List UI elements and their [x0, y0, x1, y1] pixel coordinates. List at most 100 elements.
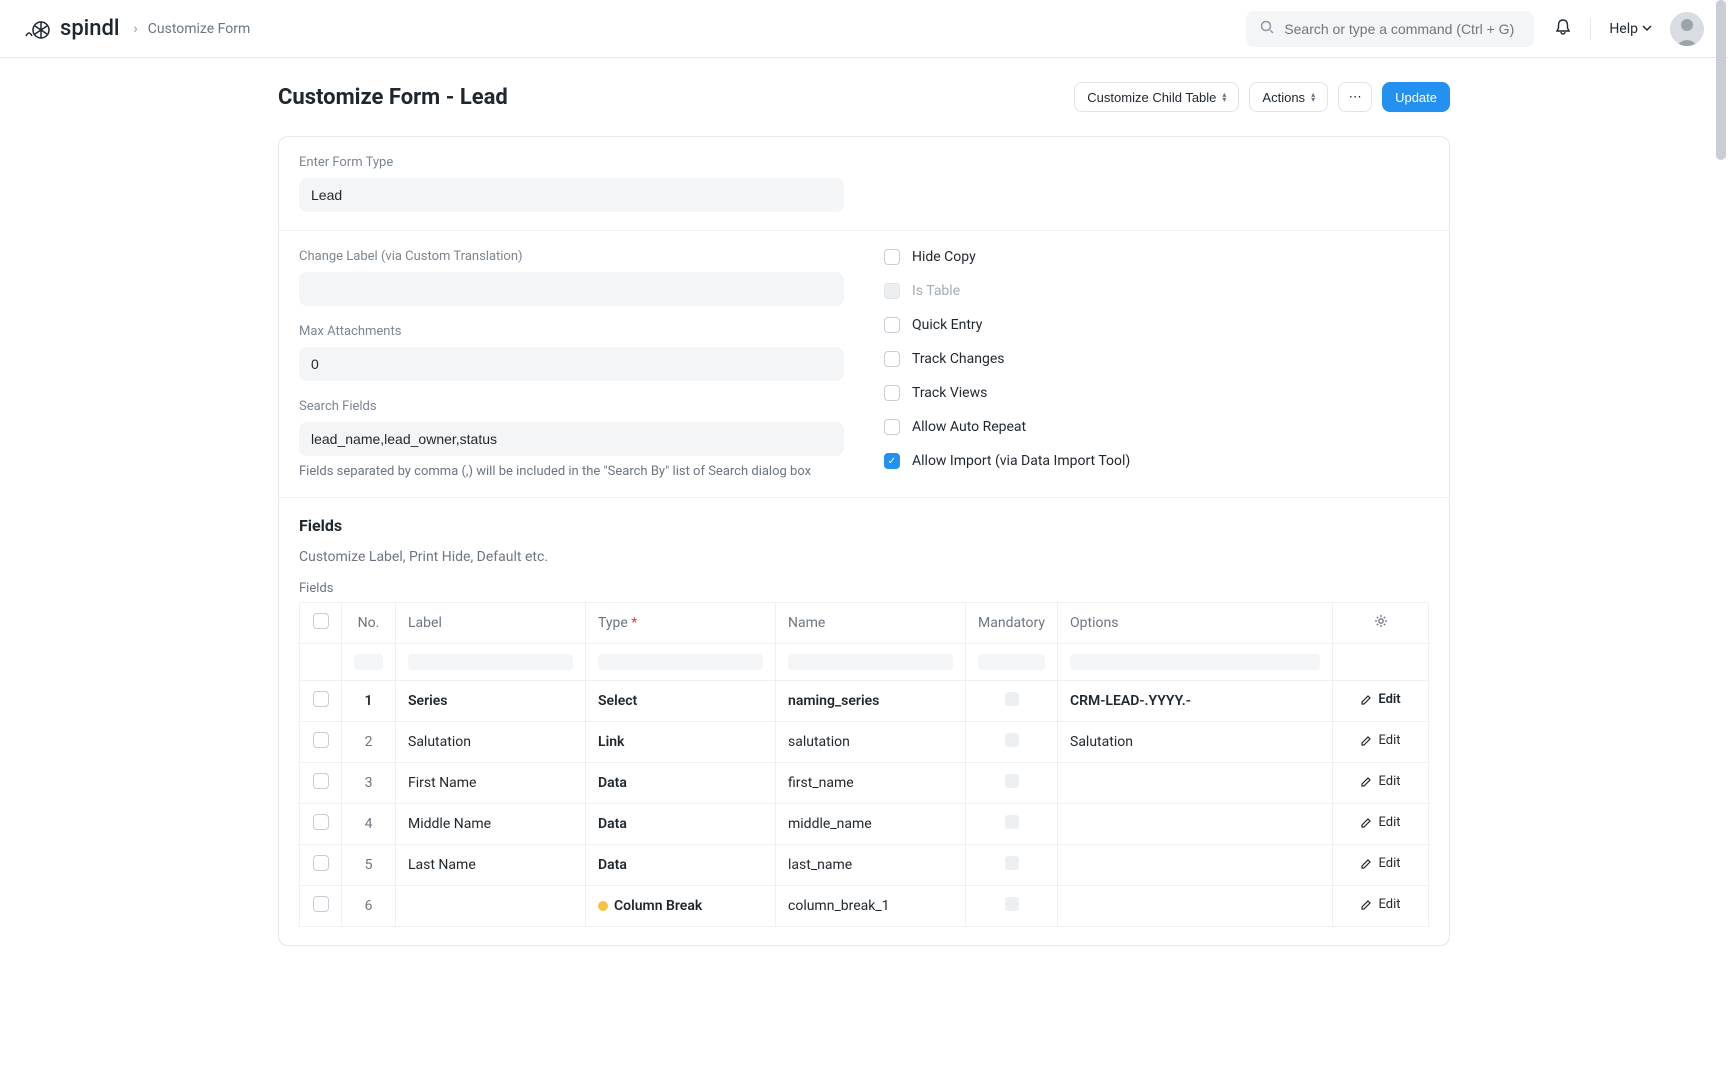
cell-no: 3 [342, 763, 396, 804]
checkbox-icon [884, 317, 900, 333]
select-all-checkbox[interactable] [313, 613, 329, 629]
avatar[interactable] [1670, 12, 1704, 46]
checkbox-icon [884, 419, 900, 435]
mandatory-checkbox[interactable] [1005, 897, 1019, 911]
help-button[interactable]: Help [1609, 21, 1652, 37]
checkbox-row[interactable]: Allow Auto Repeat [884, 419, 1429, 435]
th-options: Options [1058, 603, 1333, 644]
select-icon: ▴▾ [1222, 92, 1226, 102]
cell-options [1058, 845, 1333, 886]
checkbox-row: Is Table [884, 283, 1429, 299]
checkbox-label: Track Views [912, 385, 987, 401]
cell-mandatory [966, 804, 1058, 845]
table-row[interactable]: 4Middle NameDatamiddle_nameEdit [300, 804, 1429, 845]
fields-title: Fields [299, 516, 1429, 535]
edit-button[interactable]: Edit [1360, 815, 1400, 830]
search-fields-label: Search Fields [299, 399, 844, 414]
cell-label: Last Name [396, 845, 586, 886]
checkbox-label: Allow Import (via Data Import Tool) [912, 453, 1130, 469]
max-attachments-input[interactable] [299, 347, 844, 381]
edit-button[interactable]: Edit [1360, 733, 1400, 748]
row-checkbox[interactable] [313, 855, 329, 871]
breadcrumb: › Customize Form [134, 21, 251, 37]
search-bar[interactable] [1246, 11, 1534, 47]
th-type: Type * [586, 603, 776, 644]
bell-icon[interactable] [1554, 18, 1572, 40]
breadcrumb-item[interactable]: Customize Form [148, 21, 251, 37]
pencil-icon [1360, 858, 1372, 870]
checkbox-icon [884, 249, 900, 265]
mandatory-checkbox[interactable] [1005, 815, 1019, 829]
pencil-icon [1360, 776, 1372, 788]
cell-mandatory [966, 681, 1058, 722]
cell-options: Salutation [1058, 722, 1333, 763]
fields-label2: Fields [299, 581, 1429, 596]
pencil-icon [1360, 817, 1372, 829]
th-name: Name [776, 603, 966, 644]
row-checkbox[interactable] [313, 814, 329, 830]
cell-label: Series [396, 681, 586, 722]
actions-button[interactable]: Actions ▴▾ [1249, 82, 1328, 112]
cell-no: 1 [342, 681, 396, 722]
th-settings[interactable] [1333, 603, 1429, 644]
search-input[interactable] [1284, 21, 1520, 37]
checkbox-row[interactable]: Track Views [884, 385, 1429, 401]
form-card: Enter Form Type Change Label (via Custom… [278, 136, 1450, 946]
table-row[interactable]: 3First NameDatafirst_nameEdit [300, 763, 1429, 804]
more-button[interactable]: ⋯ [1338, 82, 1372, 112]
checkbox-icon [884, 385, 900, 401]
cell-mandatory [966, 845, 1058, 886]
checkbox-row[interactable]: Hide Copy [884, 249, 1429, 265]
mandatory-checkbox[interactable] [1005, 774, 1019, 788]
cell-type: Select [586, 681, 776, 722]
change-label-label: Change Label (via Custom Translation) [299, 249, 844, 264]
chevron-down-icon [1642, 21, 1652, 37]
table-row[interactable]: 1SeriesSelectnaming_series CRM-LEAD-.YYYY… [300, 681, 1429, 722]
edit-button[interactable]: Edit [1360, 897, 1400, 912]
cell-name: naming_series [776, 681, 966, 722]
mandatory-checkbox[interactable] [1005, 856, 1019, 870]
cell-options [1058, 886, 1333, 927]
th-mandatory: Mandatory [966, 603, 1058, 644]
search-fields-input[interactable] [299, 422, 844, 456]
search-icon [1260, 20, 1274, 38]
max-attachments-label: Max Attachments [299, 324, 844, 339]
change-label-input[interactable] [299, 272, 844, 306]
customize-child-table-button[interactable]: Customize Child Table ▴▾ [1074, 82, 1239, 112]
mandatory-checkbox[interactable] [1005, 733, 1019, 747]
table-row[interactable]: 5Last NameDatalast_nameEdit [300, 845, 1429, 886]
gear-icon [1374, 614, 1388, 628]
column-break-dot-icon [598, 901, 608, 911]
checkbox-row[interactable]: Track Changes [884, 351, 1429, 367]
mandatory-checkbox[interactable] [1005, 692, 1019, 706]
table-row[interactable]: 2SalutationLinksalutationSalutationEdit [300, 722, 1429, 763]
checkbox-row[interactable]: Quick Entry [884, 317, 1429, 333]
ellipsis-icon: ⋯ [1349, 89, 1362, 105]
edit-button[interactable]: Edit [1360, 856, 1400, 871]
row-checkbox[interactable] [313, 691, 329, 707]
fields-sub: Customize Label, Print Hide, Default etc… [299, 549, 1429, 565]
fields-table: No. Label Type * Name Mandatory Options [299, 602, 1429, 927]
row-checkbox[interactable] [313, 896, 329, 912]
logo[interactable]: spindl [24, 16, 120, 41]
checkbox-row[interactable]: ✓Allow Import (via Data Import Tool) [884, 453, 1429, 469]
cell-options: CRM-LEAD-.YYYY.- [1058, 681, 1333, 722]
form-type-input[interactable] [299, 178, 844, 212]
update-button[interactable]: Update [1382, 82, 1450, 112]
table-row[interactable]: 6Column Breakcolumn_break_1Edit [300, 886, 1429, 927]
row-checkbox[interactable] [313, 732, 329, 748]
cell-name: middle_name [776, 804, 966, 845]
scrollbar-thumb[interactable] [1716, 0, 1726, 160]
scrollbar[interactable] [1716, 0, 1726, 1080]
yarn-icon [24, 18, 54, 40]
cell-name: last_name [776, 845, 966, 886]
edit-button[interactable]: Edit [1360, 774, 1400, 789]
divider [1590, 18, 1591, 40]
page-header: Customize Form - Lead Customize Child Ta… [278, 82, 1450, 112]
pencil-icon [1360, 899, 1372, 911]
edit-button[interactable]: Edit [1360, 692, 1400, 707]
form-type-label: Enter Form Type [299, 155, 844, 170]
row-checkbox[interactable] [313, 773, 329, 789]
topbar: spindl › Customize Form Help [0, 0, 1728, 58]
cell-mandatory [966, 763, 1058, 804]
